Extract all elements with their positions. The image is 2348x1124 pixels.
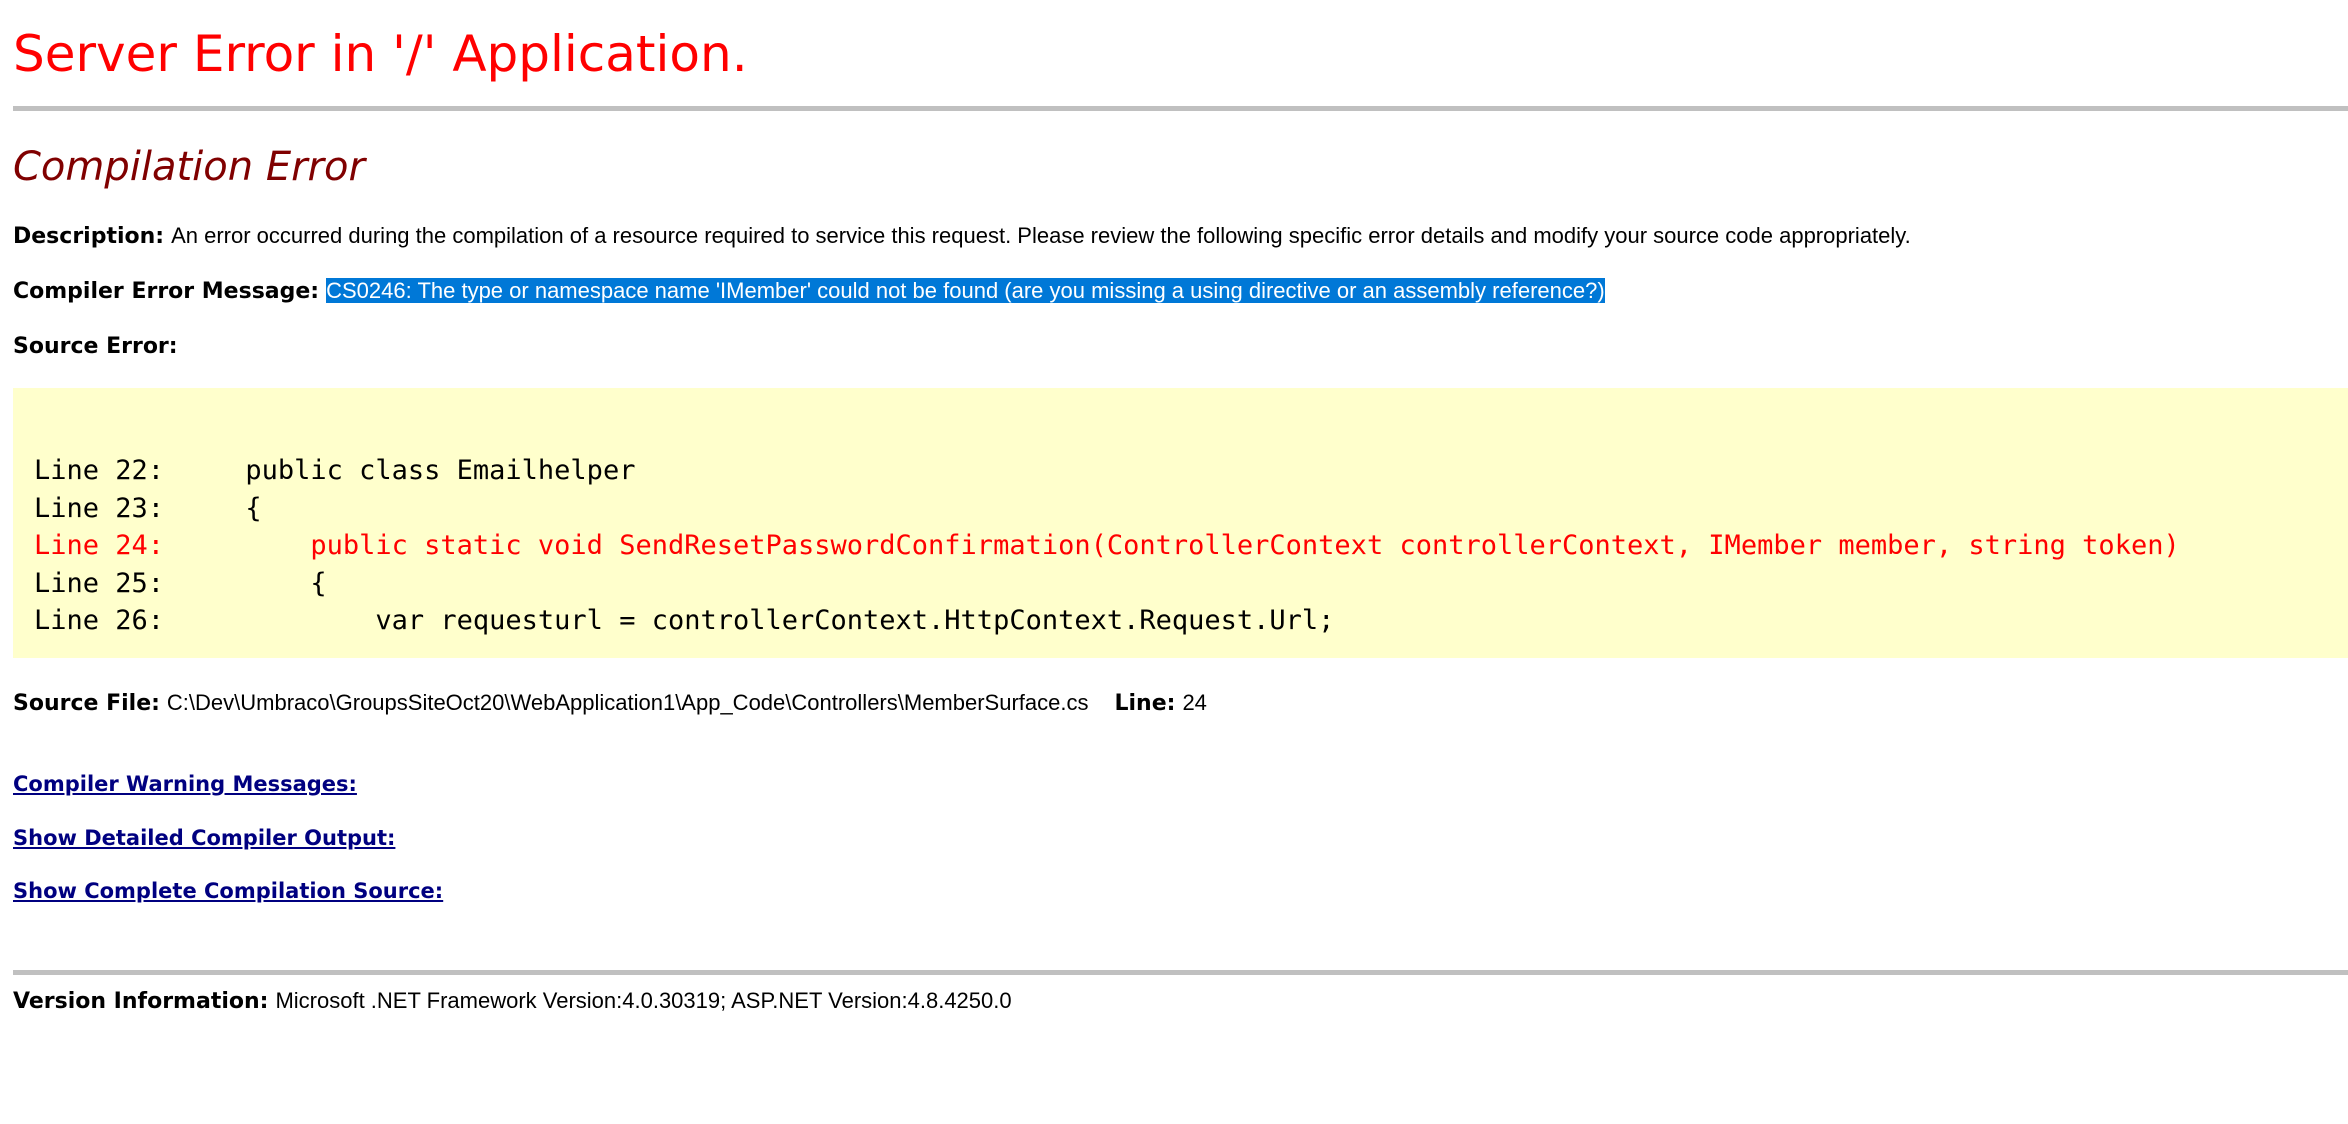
divider-top (13, 106, 2348, 111)
source-line-number: 24 (1182, 690, 1207, 715)
code-line-error: Line 24: public static void SendResetPas… (34, 530, 2180, 561)
source-error-row: Source Error: (13, 332, 178, 362)
complete-compilation-source-link[interactable]: Show Complete Compilation Source: (13, 876, 443, 906)
code-line: Line 23: { (34, 492, 262, 524)
source-code-block: Line 22: public class Emailhelper Line 2… (13, 388, 2348, 658)
compiler-error-label: Compiler Error Message: (13, 279, 320, 304)
code-line: Line 22: public class Emailhelper (34, 455, 636, 486)
page-title: Server Error in '/' Application. (13, 25, 748, 83)
source-line-label: Line: (1114, 691, 1176, 716)
error-type-heading: Compilation Error (13, 144, 365, 190)
version-text: Microsoft .NET Framework Version:4.0.303… (275, 988, 1012, 1013)
source-code-listing[interactable]: Line 22: public class Emailhelper Line 2… (34, 452, 2180, 640)
version-row: Version Information: Microsoft .NET Fram… (13, 986, 1012, 1017)
description-text: An error occurred during the compilation… (171, 223, 1911, 248)
compiler-error-row: Compiler Error Message: CS0246: The type… (13, 276, 1605, 307)
source-file-row: Source File: C:\Dev\Umbraco\GroupsSiteOc… (13, 688, 1207, 719)
divider-bottom (13, 970, 2348, 975)
source-file-label: Source File: (13, 691, 160, 716)
description-label: Description: (13, 224, 165, 249)
detailed-compiler-output-link[interactable]: Show Detailed Compiler Output: (13, 823, 395, 853)
compiler-warnings-link[interactable]: Compiler Warning Messages: (13, 769, 357, 799)
source-error-label: Source Error: (13, 334, 178, 359)
description-row: Description: An error occurred during th… (13, 221, 1911, 252)
code-line: Line 26: var requesturl = controllerCont… (34, 605, 1335, 636)
version-label: Version Information: (13, 989, 269, 1014)
code-line: Line 25: { (34, 567, 327, 599)
source-file-path: C:\Dev\Umbraco\GroupsSiteOct20\WebApplic… (166, 690, 1089, 715)
compiler-error-message[interactable]: CS0246: The type or namespace name 'IMem… (326, 278, 1605, 303)
